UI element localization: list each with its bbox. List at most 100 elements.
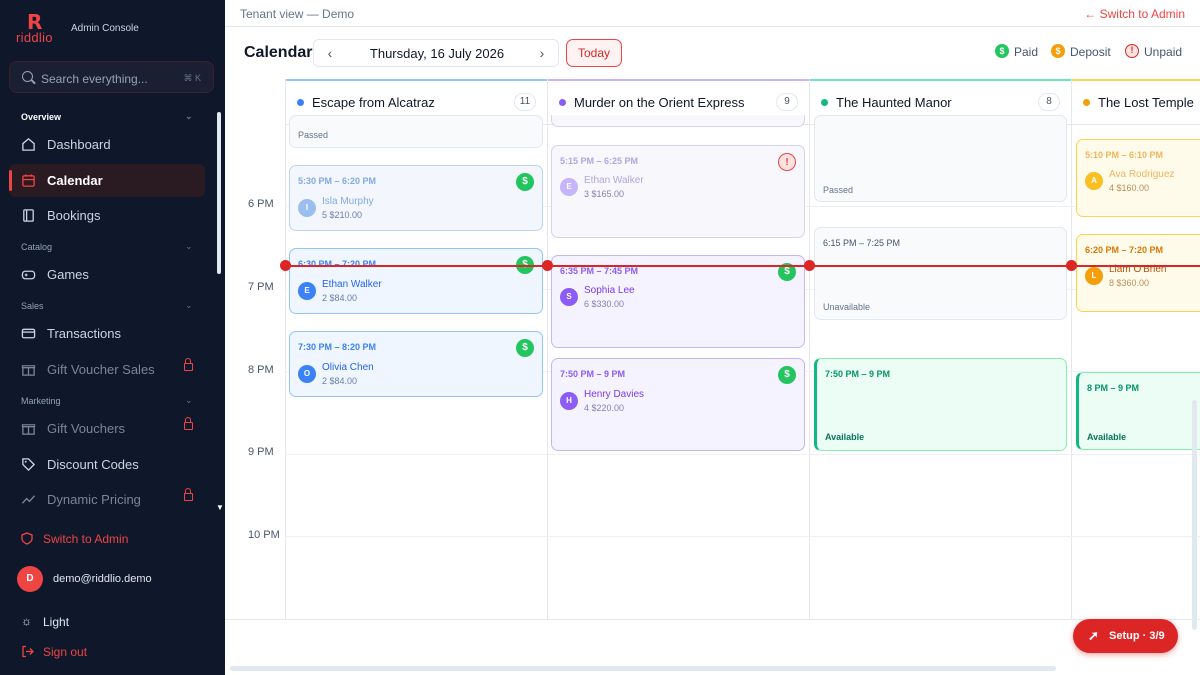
sidebar-scrollbar[interactable] — [217, 112, 221, 274]
today-button[interactable]: Today — [566, 39, 622, 67]
avatar: S — [560, 288, 578, 306]
chevron-left-icon[interactable]: ‹ — [320, 45, 340, 61]
current-time-line — [285, 265, 1200, 267]
booking-time: 5:15 PM – 6:25 PM — [560, 156, 639, 166]
sign-out-label: Sign out — [43, 645, 88, 659]
tenant-label: Tenant view — Demo — [240, 7, 355, 21]
customer-name: Sophia Lee — [584, 285, 635, 296]
booking-time: 6:20 PM – 7:20 PM — [1085, 245, 1164, 255]
slot-status: Available — [825, 432, 865, 442]
booking-card[interactable]: 6:20 PM – 7:20 PM L Liam O'Brien 8 $360.… — [1076, 234, 1200, 312]
search-icon — [22, 71, 33, 82]
search-input[interactable]: Search everything... ⌘ K — [9, 61, 214, 93]
slot-status: Unavailable — [823, 302, 871, 312]
search-shortcut: ⌘ K — [183, 73, 201, 83]
avatar[interactable]: D — [17, 566, 43, 592]
legend-unpaid-label: Unpaid — [1144, 45, 1183, 59]
booking-card[interactable]: 6:35 PM – 7:45 PM S Sophia Lee 6 $330.00… — [551, 255, 805, 348]
booking-meta: 2 $84.00 — [322, 376, 358, 386]
gift-icon — [21, 365, 36, 376]
room-name: Murder on the Orient Express — [574, 95, 745, 110]
gamepad-icon — [21, 270, 36, 280]
page-title: Calendar — [244, 44, 313, 61]
calendar-horizontal-scrollbar[interactable] — [230, 666, 1056, 671]
brand-logo[interactable]: R riddlio — [14, 10, 64, 46]
section-marketing[interactable]: Marketing ⌄ — [21, 395, 193, 406]
booking-count-badge: 8 — [1038, 93, 1060, 111]
column-divider — [285, 125, 286, 619]
paid-dollar-icon: $ — [516, 339, 534, 357]
legend-deposit-label: Deposit — [1070, 45, 1111, 59]
sidebar-item-gift-voucher-sales[interactable]: Gift Voucher Sales — [9, 353, 205, 386]
chevron-right-icon[interactable]: › — [532, 45, 552, 61]
booking-card[interactable]: 5:10 PM – 6:10 PM A Ava Rodriguez 4 $160… — [1076, 139, 1200, 217]
scroll-down-arrow-icon[interactable]: ▼ — [216, 503, 224, 512]
brand-name: riddlio — [16, 30, 53, 45]
room-color-bar — [810, 79, 1071, 81]
paid-dollar-icon: $ — [516, 173, 534, 191]
avatar: L — [1085, 267, 1103, 285]
avatar: A — [1085, 172, 1103, 190]
section-overview-label: Overview — [21, 112, 62, 122]
date-picker[interactable]: Thursday, 16 July 2026 ‹ › — [313, 39, 559, 67]
time-label: 8 PM — [248, 364, 274, 376]
booking-card[interactable]: 7:30 PM – 8:20 PM O Olivia Chen 2 $84.00… — [289, 331, 543, 397]
booking-card[interactable]: 5:30 PM – 6:20 PM I Isla Murphy 5 $210.0… — [289, 165, 543, 231]
calendar-vertical-scrollbar[interactable] — [1192, 400, 1197, 630]
sidebar-item-dashboard[interactable]: Dashboard — [9, 128, 205, 161]
sidebar-item-label: Dashboard — [47, 137, 111, 152]
sidebar-item-label: Bookings — [47, 208, 101, 223]
booking-slot-available[interactable]: 7:50 PM – 9 PM Available — [814, 358, 1067, 451]
booking-slot-passed[interactable]: Passed — [814, 115, 1067, 202]
customer-name: Ethan Walker — [322, 279, 382, 290]
booking-count-badge: 9 — [776, 93, 798, 111]
booking-slot-passed[interactable]: Passed — [289, 115, 543, 148]
section-sales-label: Sales — [21, 301, 44, 311]
legend-paid-label: Paid — [1014, 45, 1039, 59]
booking-time: 5:10 PM – 6:10 PM — [1085, 150, 1164, 160]
slot-status: Passed — [823, 185, 854, 195]
sidebar-item-label: Gift Vouchers — [47, 421, 126, 436]
tag-icon — [22, 458, 36, 472]
booking-count-badge: 11 — [514, 93, 536, 111]
room-header-the-lost-temple[interactable]: The Lost Temple — [1071, 79, 1200, 125]
current-date[interactable]: Thursday, 16 July 2026 — [314, 46, 560, 61]
sidebar-item-calendar[interactable]: Calendar — [9, 164, 205, 197]
setup-progress-button[interactable]: ➚ Setup · 3/9 — [1073, 619, 1178, 653]
switch-to-admin-top-link[interactable]: ← Switch to Admin — [1084, 7, 1185, 21]
section-overview[interactable]: Overview ⌄ — [21, 111, 193, 122]
calendar-grid[interactable]: Escape from Alcatraz 11 Murder on the Or… — [225, 79, 1200, 620]
booking-meta: 4 $220.00 — [584, 403, 625, 413]
booking-slot-unavailable[interactable]: 6:15 PM – 7:25 PM Unavailable — [814, 227, 1067, 320]
gift-icon — [21, 424, 36, 435]
lock-icon — [184, 417, 193, 430]
hour-line — [285, 454, 1200, 455]
booking-time: 6:30 PM – 7:20 PM — [298, 259, 377, 269]
section-catalog[interactable]: Catalog ⌄ — [21, 241, 193, 252]
customer-name: Henry Davies — [584, 389, 645, 400]
sidebar-item-bookings[interactable]: Bookings — [9, 199, 205, 232]
section-marketing-label: Marketing — [21, 396, 61, 406]
room-color-dot — [821, 99, 828, 106]
sidebar-item-transactions[interactable]: Transactions — [9, 317, 205, 350]
sidebar-item-games[interactable]: Games — [9, 258, 205, 291]
section-sales[interactable]: Sales ⌄ — [21, 300, 193, 311]
paid-dollar-icon: $ — [778, 366, 796, 384]
column-divider — [809, 125, 810, 619]
card-icon — [21, 328, 36, 339]
sidebar-item-discount-codes[interactable]: Discount Codes — [9, 448, 205, 481]
time-label: 7 PM — [248, 281, 274, 293]
sidebar-item-gift-vouchers[interactable]: Gift Vouchers — [9, 412, 205, 445]
sidebar-item-dynamic-pricing[interactable]: Dynamic Pricing — [9, 483, 205, 516]
rocket-icon: ➚ — [1088, 628, 1099, 643]
alert-icon: ! — [1125, 44, 1139, 58]
section-catalog-label: Catalog — [21, 242, 53, 252]
booking-card-partial[interactable] — [551, 115, 805, 127]
booking-card[interactable]: 5:15 PM – 6:25 PM E Ethan Walker 3 $165.… — [551, 145, 805, 238]
booking-slot-available[interactable]: 8 PM – 9 PM Available — [1076, 372, 1200, 450]
booking-card[interactable]: 6:30 PM – 7:20 PM E Ethan Walker 2 $84.0… — [289, 248, 543, 314]
slot-status: Available — [1087, 432, 1127, 442]
booking-card[interactable]: 7:50 PM – 9 PM H Henry Davies 4 $220.00 … — [551, 358, 805, 451]
current-time-marker — [1066, 260, 1077, 271]
room-color-bar — [548, 79, 809, 81]
